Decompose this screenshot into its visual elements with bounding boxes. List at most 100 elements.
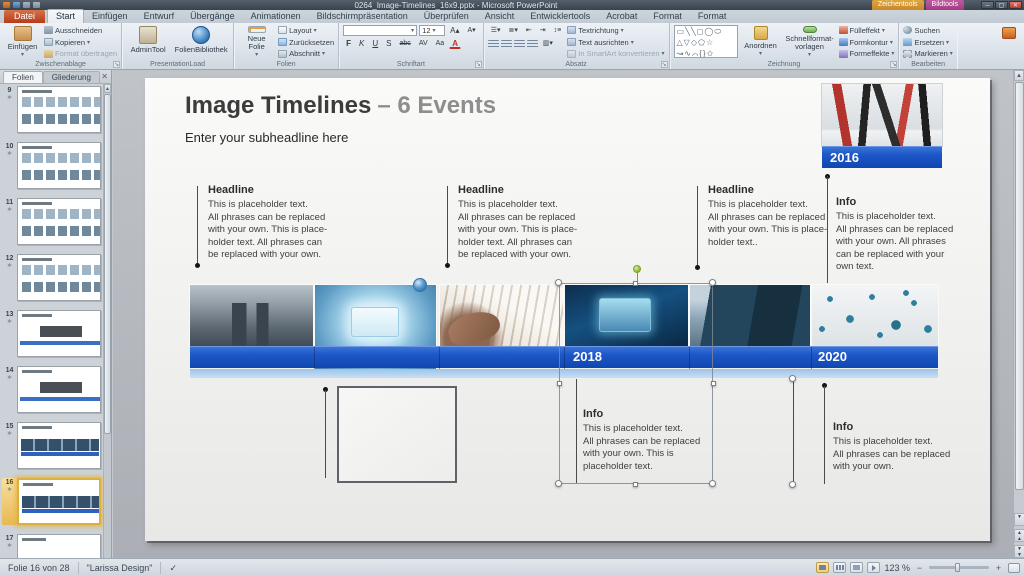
- tab-entwurf[interactable]: Entwurf: [136, 10, 183, 23]
- slide-title[interactable]: Image Timelines– 6 Events: [185, 92, 496, 120]
- info-block-center[interactable]: Info This is placeholder text. All phras…: [583, 408, 700, 473]
- slideshow-view-button[interactable]: [867, 562, 880, 573]
- tab-start[interactable]: Start: [47, 9, 84, 23]
- slide-thumbnail-12[interactable]: 12∗: [2, 254, 104, 301]
- reading-view-button[interactable]: [850, 562, 863, 573]
- slide-thumbnail-11[interactable]: 11∗: [2, 198, 104, 245]
- font-size-select[interactable]: 12▾: [419, 25, 445, 36]
- redo-icon[interactable]: [33, 2, 40, 8]
- shape-outline-button[interactable]: Formkontur▾: [839, 37, 895, 48]
- slide-thumbnail-13[interactable]: 13∗: [2, 310, 104, 357]
- selection-handle[interactable]: [633, 281, 638, 286]
- tab-entwicklertools[interactable]: Entwicklertools: [522, 10, 598, 23]
- timeline-photo-hand-keyboard[interactable]: [440, 285, 563, 346]
- scroll-up-icon[interactable]: ▲: [1014, 70, 1024, 81]
- arrange-button[interactable]: Anordnen▾: [741, 25, 781, 59]
- drawing-tools-header[interactable]: Zeichentools: [872, 0, 924, 10]
- clipboard-dialog-launcher[interactable]: ↘: [113, 61, 120, 68]
- zoom-slider-thumb[interactable]: [955, 563, 960, 572]
- tab-datei[interactable]: Datei: [4, 10, 45, 23]
- normal-view-button[interactable]: [816, 562, 829, 573]
- info-block-top[interactable]: Info This is placeholder text. All phras…: [836, 196, 953, 274]
- tab-animationen[interactable]: Animationen: [243, 10, 309, 23]
- selection-handle[interactable]: [555, 480, 562, 487]
- tab-uebergaenge[interactable]: Übergänge: [182, 10, 243, 23]
- tab-format-zeichentools[interactable]: Format: [645, 10, 690, 23]
- spellcheck-icon[interactable]: ✓: [161, 562, 185, 574]
- picture-tools-header[interactable]: Bildtools: [926, 0, 964, 10]
- font-family-select[interactable]: ▾: [343, 25, 417, 36]
- strikethrough-button[interactable]: abc: [397, 38, 414, 49]
- section-button[interactable]: Abschnitt▾: [278, 48, 334, 59]
- replace-button[interactable]: Ersetzen▾: [903, 37, 952, 48]
- find-button[interactable]: Suchen: [903, 25, 952, 36]
- text-shadow-button[interactable]: S: [383, 38, 394, 49]
- copy-button[interactable]: Kopieren▾: [44, 37, 117, 48]
- slide-thumbnail-15[interactable]: 15∗: [2, 422, 104, 469]
- reset-button[interactable]: Zurücksetzen: [278, 37, 334, 48]
- empty-placeholder-box[interactable]: [337, 386, 457, 483]
- line-spacing-button[interactable]: ↕≡: [551, 25, 565, 36]
- rotation-handle[interactable]: [633, 265, 641, 273]
- character-spacing-button[interactable]: AV: [416, 38, 431, 49]
- tab-einfuegen[interactable]: Einfügen: [84, 10, 136, 23]
- next-slide-button[interactable]: ▼▼: [1014, 545, 1024, 558]
- font-dialog-launcher[interactable]: ↘: [475, 61, 482, 68]
- panel-scroll-thumb[interactable]: [104, 94, 111, 434]
- align-left-button[interactable]: [488, 40, 499, 48]
- selection-handle[interactable]: [709, 279, 716, 286]
- slide-sorter-view-button[interactable]: [833, 562, 846, 573]
- slide-thumbnail-9[interactable]: 9∗: [2, 86, 104, 133]
- timeline-photo-2016-cables[interactable]: [822, 84, 942, 146]
- timeline-photo-lobby[interactable]: [190, 285, 313, 346]
- scroll-down-icon[interactable]: ▼: [1014, 513, 1024, 526]
- zoom-out-button[interactable]: −: [914, 563, 925, 573]
- slide-thumbnail-16[interactable]: 16∗: [2, 478, 104, 525]
- save-icon[interactable]: [13, 2, 20, 8]
- selection-handle[interactable]: [709, 480, 716, 487]
- slide-16[interactable]: Image Timelines– 6 Events Enter your sub…: [145, 78, 990, 541]
- tab-ansicht[interactable]: Ansicht: [477, 10, 523, 23]
- headline-block-2[interactable]: Headline This is placeholder text. All p…: [458, 184, 577, 262]
- panel-scrollbar[interactable]: ▲: [103, 84, 111, 558]
- timeline-photo-people-network[interactable]: [812, 285, 938, 346]
- close-button[interactable]: ✕: [1009, 1, 1022, 9]
- year-banner-2016[interactable]: 2016: [822, 146, 942, 168]
- tab-bildschirmpraesentation[interactable]: Bildschirmpräsentation: [309, 10, 416, 23]
- select-button[interactable]: Markieren▾: [903, 48, 952, 59]
- paste-button[interactable]: Einfügen▾: [4, 25, 41, 59]
- shapes-gallery[interactable]: ▭╲╲◻◯⬭ △▽◇⬠☆ ↝∿⌒{}✩: [674, 25, 738, 58]
- quick-styles-button[interactable]: Schnellformat- vorlagen▾: [784, 25, 836, 59]
- shape-fill-button[interactable]: Fülleffekt▾: [839, 25, 895, 36]
- zoom-slider[interactable]: [929, 566, 989, 569]
- selection-handle[interactable]: [633, 482, 638, 487]
- powerpoint-logo-icon[interactable]: [3, 2, 10, 8]
- change-case-button[interactable]: Aa: [433, 38, 448, 49]
- numbering-button[interactable]: ≣▾: [506, 25, 521, 36]
- headline-block-3[interactable]: Headline This is placeholder text. All p…: [708, 184, 827, 249]
- minimize-button[interactable]: ─: [981, 1, 994, 9]
- scroll-thumb[interactable]: [1015, 82, 1024, 490]
- new-slide-button[interactable]: Neue Folie▾: [238, 25, 275, 59]
- selection-handle[interactable]: [555, 279, 562, 286]
- justify-button[interactable]: [527, 40, 538, 48]
- italic-button[interactable]: K: [356, 38, 367, 49]
- drawing-dialog-launcher[interactable]: ↘: [890, 61, 897, 68]
- bullets-button[interactable]: ☰▾: [488, 25, 504, 36]
- maximize-button[interactable]: ▢: [995, 1, 1008, 9]
- tab-acrobat[interactable]: Acrobat: [598, 10, 645, 23]
- increase-font-icon[interactable]: A▴: [447, 25, 462, 36]
- columns-button[interactable]: ▥▾: [540, 38, 556, 49]
- underline-button[interactable]: U: [369, 38, 381, 49]
- align-text-button[interactable]: Text ausrichten▾: [567, 37, 664, 48]
- info-block-right[interactable]: Info This is placeholder text. All phras…: [833, 421, 950, 474]
- paragraph-dialog-launcher[interactable]: ↘: [661, 61, 668, 68]
- slide-subtitle[interactable]: Enter your subheadline here: [185, 130, 348, 145]
- cut-button[interactable]: Ausschneiden: [44, 25, 117, 36]
- align-center-button[interactable]: [501, 40, 512, 48]
- selection-handle[interactable]: [557, 381, 562, 386]
- selection-handle[interactable]: [711, 381, 716, 386]
- text-direction-button[interactable]: Textrichtung▾: [567, 25, 664, 36]
- panel-tab-gliederung[interactable]: Gliederung: [43, 71, 100, 83]
- selection-handle[interactable]: [789, 481, 796, 488]
